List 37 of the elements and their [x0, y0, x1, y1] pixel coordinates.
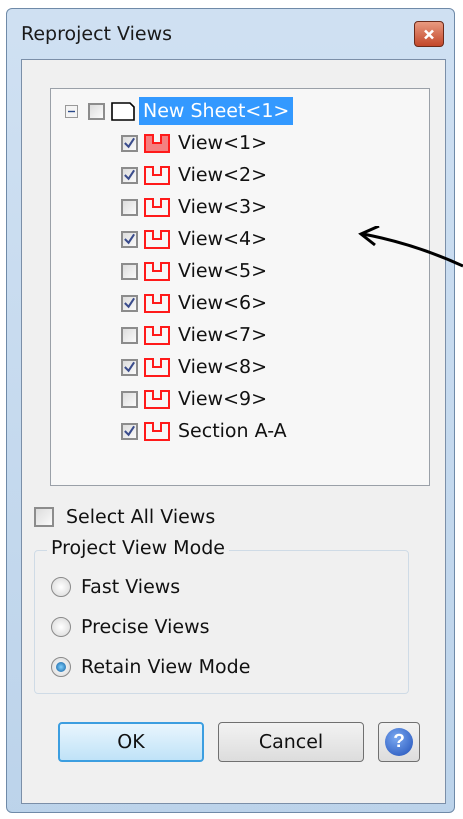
- sheet-icon: [110, 100, 136, 122]
- tree-item[interactable]: View<6>: [174, 289, 272, 317]
- radio-button[interactable]: [51, 657, 71, 677]
- checkbox[interactable]: [88, 102, 105, 120]
- radio-label[interactable]: Fast Views: [81, 576, 180, 598]
- close-icon: [423, 28, 435, 40]
- window-title: Reproject Views: [21, 23, 172, 45]
- tree-item[interactable]: View<8>: [174, 353, 272, 381]
- checkbox[interactable]: [121, 422, 138, 440]
- checkbox[interactable]: [121, 390, 138, 408]
- tree-item[interactable]: View<1>: [174, 129, 272, 157]
- checkbox[interactable]: [121, 166, 138, 184]
- cancel-button[interactable]: Cancel: [218, 722, 364, 762]
- tree-item[interactable]: View<9>: [174, 385, 272, 413]
- tree-item[interactable]: View<5>: [174, 257, 272, 285]
- views-tree[interactable]: New Sheet<1> View<1> View<2> View<3> View<4> View<5> View<6> View<7> View<8> View<9> Section A-A: [50, 88, 430, 486]
- checkbox[interactable]: [121, 326, 138, 344]
- checkbox-label[interactable]: Select All Views: [66, 506, 216, 528]
- group-title: Project View Mode: [47, 537, 229, 559]
- close-button[interactable]: [414, 21, 444, 47]
- checkbox[interactable]: [34, 507, 54, 527]
- radio-button[interactable]: [51, 617, 71, 637]
- checkbox[interactable]: [121, 198, 138, 216]
- radio-button[interactable]: [51, 577, 71, 597]
- ok-button[interactable]: OK: [58, 722, 204, 762]
- tree-item[interactable]: View<4>: [174, 225, 272, 253]
- checkbox[interactable]: [121, 294, 138, 312]
- tree-item[interactable]: Section A-A: [174, 417, 291, 445]
- tree-item[interactable]: View<7>: [174, 321, 272, 349]
- radio-label[interactable]: Precise Views: [81, 616, 210, 638]
- radio-label[interactable]: Retain View Mode: [81, 656, 250, 678]
- checkbox[interactable]: [121, 134, 138, 152]
- tree-item[interactable]: View<2>: [174, 161, 272, 189]
- checkbox[interactable]: [121, 262, 138, 280]
- tree-item[interactable]: View<3>: [174, 193, 272, 221]
- checkbox[interactable]: [121, 358, 138, 376]
- checkbox[interactable]: [121, 230, 138, 248]
